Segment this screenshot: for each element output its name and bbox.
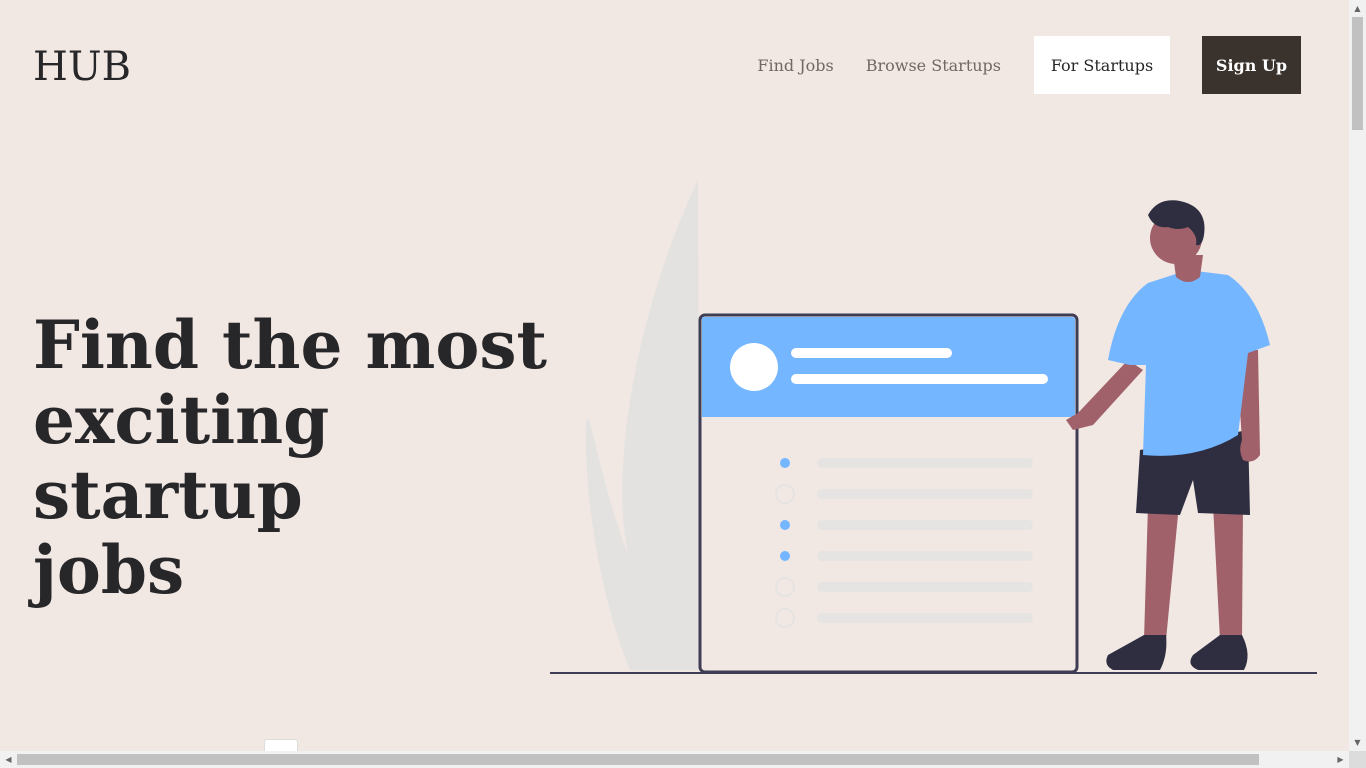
sign-up-button[interactable]: Sign Up bbox=[1202, 36, 1301, 94]
list-line-3 bbox=[817, 520, 1033, 530]
vertical-scrollbar[interactable]: ▲ ▼ bbox=[1349, 0, 1366, 751]
person-shoe-right bbox=[1190, 635, 1248, 670]
person-leg-right bbox=[1213, 505, 1243, 640]
card-header-line-1 bbox=[791, 348, 952, 358]
site-logo[interactable]: HUB bbox=[33, 44, 131, 90]
main-nav: Find Jobs Browse Startups For Startups S… bbox=[725, 36, 1301, 94]
hero-title-line-1: Find the most bbox=[33, 306, 547, 384]
hero-title-line-3: jobs bbox=[33, 531, 185, 609]
nav-browse-startups[interactable]: Browse Startups bbox=[866, 56, 1001, 75]
person-shoe-left bbox=[1106, 635, 1167, 670]
nav-find-jobs[interactable]: Find Jobs bbox=[757, 56, 833, 75]
hero-title-line-2: exciting startup bbox=[33, 381, 330, 534]
hero-title: Find the most exciting startup jobs bbox=[33, 308, 593, 608]
card-avatar bbox=[730, 343, 778, 391]
page-viewport: HUB Find Jobs Browse Startups For Startu… bbox=[0, 0, 1349, 751]
list-line-6 bbox=[817, 613, 1033, 623]
scroll-left-icon[interactable]: ◀ bbox=[0, 751, 17, 768]
horizontal-scroll-thumb[interactable] bbox=[17, 754, 1259, 765]
vertical-scroll-thumb[interactable] bbox=[1352, 17, 1363, 130]
list-dot-1 bbox=[780, 458, 790, 468]
list-dot-3 bbox=[780, 520, 790, 530]
card-header-line-2 bbox=[791, 374, 1048, 384]
hero-illustration bbox=[550, 180, 1317, 674]
person-figure bbox=[1066, 200, 1270, 670]
list-line-4 bbox=[817, 551, 1033, 561]
scroll-up-icon[interactable]: ▲ bbox=[1349, 0, 1366, 17]
list-line-5 bbox=[817, 582, 1033, 592]
list-dot-4 bbox=[780, 551, 790, 561]
list-line-2 bbox=[817, 489, 1033, 499]
scroll-down-icon[interactable]: ▼ bbox=[1349, 734, 1366, 751]
floating-tab[interactable] bbox=[264, 739, 298, 751]
person-leg-left bbox=[1144, 505, 1178, 640]
list-line-1 bbox=[817, 458, 1033, 468]
horizontal-scrollbar[interactable]: ◀ ▶ bbox=[0, 751, 1349, 768]
scrollbar-corner bbox=[1349, 751, 1366, 768]
scroll-right-icon[interactable]: ▶ bbox=[1332, 751, 1349, 768]
leaf-shape bbox=[585, 180, 700, 670]
for-startups-button[interactable]: For Startups bbox=[1034, 36, 1170, 94]
